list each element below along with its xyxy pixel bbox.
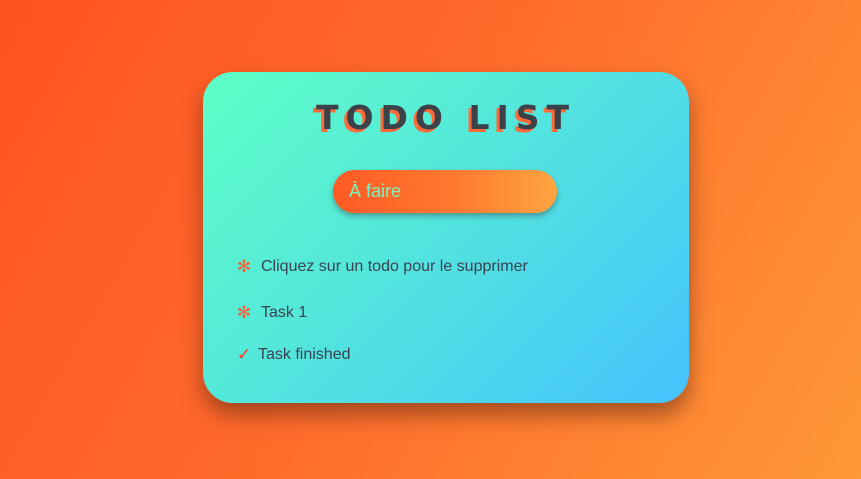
todo-item-label: Task 1 [261,304,308,321]
page-title: TODO LIST [315,98,577,137]
asterisk-icon: ✻ [236,257,252,276]
todo-item-label: Task finished [258,346,351,363]
todo-card: TODO LIST ✻ Cliquez sur un todo pour le … [203,72,689,403]
todo-input[interactable] [349,181,541,202]
todo-item-finished[interactable]: ✓ Task finished [236,345,351,365]
asterisk-icon: ✻ [236,303,252,322]
todo-item[interactable]: ✻ Task 1 [236,303,307,323]
todo-input-container[interactable] [333,170,557,213]
todo-item-label: Cliquez sur un todo pour le supprimer [261,258,528,275]
checkmark-icon: ✓ [236,345,252,364]
todo-item[interactable]: ✻ Cliquez sur un todo pour le supprimer [236,257,528,277]
